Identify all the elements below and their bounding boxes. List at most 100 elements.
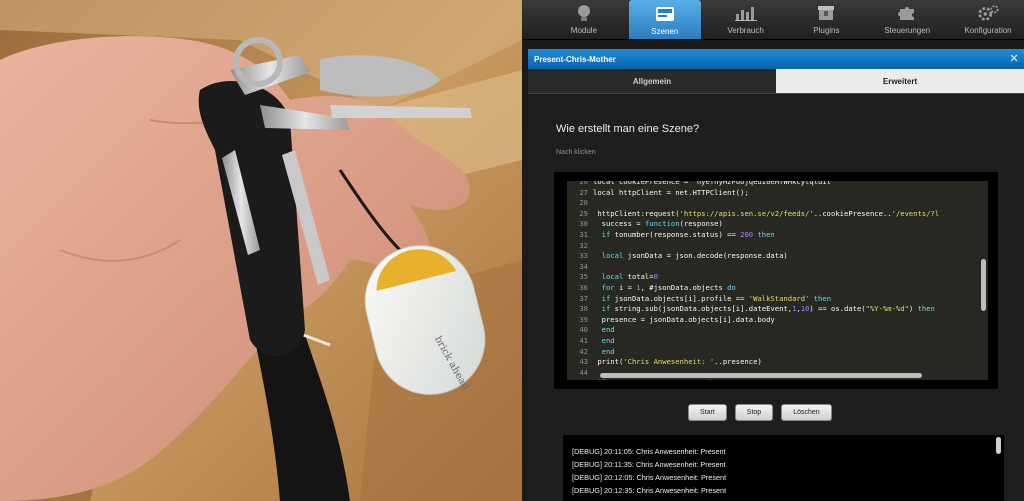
app-pane: Module Szenen Verbrauch Plugins Steuerun… (522, 0, 1024, 501)
line-number: 45 (567, 378, 593, 380)
code-editor[interactable]: 26 local cookiePresence = "nyefnyMzPuojqe… (567, 181, 988, 380)
code-line: 39 presence = jsonData.objects[i].data.b… (567, 315, 979, 326)
stop-button[interactable]: Stop (734, 404, 774, 421)
code-line: 27 local httpClient = net.HTTPClient(); (567, 188, 979, 199)
close-icon[interactable]: ✕ (1008, 53, 1020, 65)
nav-plugins[interactable]: Plugins (790, 0, 862, 38)
nav-label-szenen: Szenen (651, 27, 679, 36)
line-number: 36 (579, 282, 588, 292)
code-text: print('Chris Anwesenheit: '..presence) (593, 357, 762, 367)
section-heading: Wie erstellt man eine Szene? (556, 123, 700, 135)
code-text: local cookiePresence = "nyefnyMzPuojqeuI… (593, 181, 836, 186)
code-line: 37 if jsonData.objects[i].profile == 'Wa… (567, 294, 979, 305)
code-line: 29 httpClient:request('https://apis.sen.… (567, 209, 979, 220)
scene-icon (654, 4, 676, 24)
nav-label-konfiguration: Konfiguration (964, 26, 1012, 35)
line-number: 34 (579, 261, 588, 271)
line-number: 27 (579, 187, 588, 197)
line-number: 40 (579, 325, 588, 335)
code-text: if tonumber(response.status) == 200 then (601, 229, 775, 239)
nav-label-steuerungen: Steuerungen (884, 26, 931, 35)
line-number: 29 (579, 208, 588, 218)
bulb-icon (573, 3, 595, 23)
line-number: 41 (579, 335, 588, 345)
scene-controls: Start Stop Löschen (688, 404, 832, 421)
console-scrollbar[interactable] (996, 437, 1001, 454)
nav-label-plugins: Plugins (813, 26, 840, 35)
nav-konfiguration[interactable]: Konfiguration (952, 0, 1024, 38)
code-line: 40 end (567, 325, 979, 336)
code-line: 43 print('Chris Anwesenheit: '..presence… (567, 357, 979, 368)
nav-szenen[interactable]: Szenen (628, 0, 701, 39)
code-line: 34 (567, 262, 979, 273)
code-text: httpClient:request('https://apis.sen.se/… (593, 208, 940, 218)
gears-icon (977, 3, 999, 23)
tab-bar: Allgemein Erweitert (528, 69, 1024, 94)
code-text: end (601, 335, 615, 345)
console-line: [DEBUG] 20:11:35: Chris Anwesenheit: Pre… (572, 460, 726, 469)
code-text: if string.sub(jsonData.objects[i].dateEv… (601, 304, 935, 314)
nav-module[interactable]: Module (548, 0, 620, 38)
line-number: 39 (579, 314, 588, 324)
code-line: 38 if string.sub(jsonData.objects[i].dat… (567, 304, 979, 315)
code-line: 30 success = function(response) (567, 219, 979, 230)
code-line: 26 local cookiePresence = "nyefnyMzPuojqe… (567, 181, 979, 188)
code-editor-frame: 26 local cookiePresence = "nyefnyMzPuojqe… (554, 172, 998, 389)
line-number: 33 (579, 251, 588, 261)
nav-verbrauch[interactable]: Verbrauch (710, 0, 782, 38)
window-title: Present-Chris-Mother (534, 54, 616, 64)
console-line: [DEBUG] 20:11:05: Chris Anwesenheit: Pre… (572, 447, 726, 456)
code-text: end (601, 346, 615, 356)
line-number: 26 (579, 181, 588, 186)
code-text: end (601, 325, 615, 335)
code-line: 33 local jsonData = json.decode(response… (567, 251, 979, 262)
code-text: local jsonData = json.decode(response.da… (601, 251, 788, 261)
code-line: 41 end (567, 336, 979, 347)
debug-console: [DEBUG] 20:11:05: Chris Anwesenheit: Pre… (563, 435, 1004, 501)
line-number: 38 (579, 304, 588, 314)
code-line: 36 for i = 1, #jsonData.objects do (567, 283, 979, 294)
code-text: local total=0 (601, 272, 658, 282)
delete-button[interactable]: Löschen (781, 404, 832, 421)
editor-horizontal-scrollbar[interactable] (600, 373, 922, 378)
puzzle-icon (896, 3, 918, 23)
code-line: 32 (567, 241, 979, 252)
code-line: 31 if tonumber(response.status) == 200 t… (567, 230, 979, 241)
code-text: for i = 1, #jsonData.objects do (601, 282, 736, 292)
code-text: presence = jsonData.objects[i].data.body (593, 314, 775, 324)
console-lines: [DEBUG] 20:11:05: Chris Anwesenheit: Pre… (563, 435, 1004, 497)
code-text: if presence == "Present" then (593, 378, 723, 380)
code-line: 35 local total=0 (567, 272, 979, 283)
top-navigation: Module Szenen Verbrauch Plugins Steuerun… (522, 0, 1024, 40)
code-line: 42 end (567, 347, 979, 358)
line-number: 31 (579, 229, 588, 239)
nav-label-verbrauch: Verbrauch (727, 26, 764, 35)
code-text: local httpClient = net.HTTPClient(); (593, 187, 749, 197)
console-line: [DEBUG] 20:12:05: Chris Anwesenheit: Pre… (572, 473, 727, 482)
tab-erweitert[interactable]: Erweitert (776, 69, 1024, 93)
chart-icon (734, 3, 757, 23)
editor-vertical-scrollbar[interactable] (981, 259, 986, 311)
code-text: if jsonData.objects[i].profile == 'WalkS… (601, 293, 832, 303)
tab-allgemein[interactable]: Allgemein (528, 69, 776, 93)
console-line: [DEBUG] 20:12:35: Chris Anwesenheit: Pre… (572, 486, 727, 495)
line-number: 37 (579, 293, 588, 303)
window-titlebar: Present-Chris-Mother ✕ (528, 49, 1024, 69)
start-button[interactable]: Start (688, 404, 727, 421)
line-number: 32 (579, 240, 588, 250)
line-number: 44 (579, 367, 588, 377)
nav-label-module: Module (570, 26, 598, 35)
line-number: 35 (579, 272, 588, 282)
box-icon (815, 3, 837, 23)
code-line: 28 (567, 198, 979, 209)
line-number: 28 (579, 198, 588, 208)
line-number: 30 (579, 219, 588, 229)
code-text: success = function(response) (593, 219, 723, 229)
scene-window: Present-Chris-Mother ✕ Allgemein Erweite… (528, 49, 1024, 501)
photo-keys-in-hand: brick ahead (0, 0, 522, 501)
line-number: 42 (579, 346, 588, 356)
nav-steuerungen[interactable]: Steuerungen (871, 0, 943, 38)
code-lines: 26 local cookiePresence = "nyefnyMzPuojqe… (567, 181, 979, 380)
code-line: 45 if presence == "Present" then (567, 378, 979, 380)
photo-illustration: brick ahead (0, 0, 522, 501)
